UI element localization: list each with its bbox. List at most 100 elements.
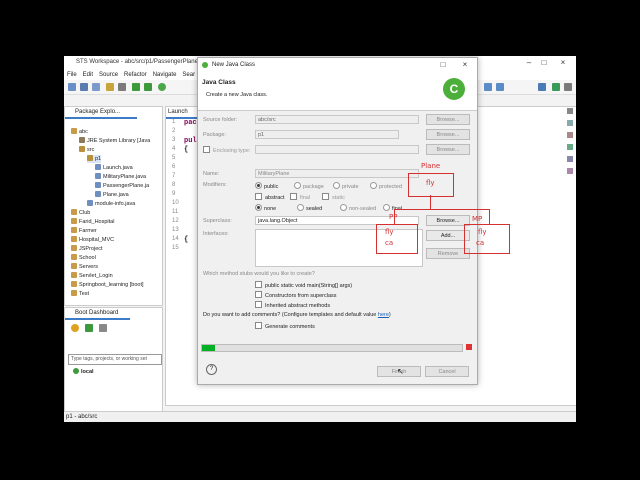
tree-item-p1[interactable]: p1 xyxy=(87,155,102,163)
superclass-label: Superclass: xyxy=(203,218,232,224)
close-button[interactable]: × xyxy=(558,58,568,68)
menu-edit[interactable]: Edit xyxy=(80,70,96,80)
code-line[interactable]: { xyxy=(184,146,188,154)
stub-abstract-methods-checkbox[interactable]: Inherited abstract methods xyxy=(255,301,330,309)
dialog-close-button[interactable]: × xyxy=(460,60,470,70)
modifier-final-checkbox[interactable]: final xyxy=(290,193,310,201)
code-line[interactable]: pul xyxy=(184,137,197,145)
modifier-protected-radio[interactable]: protected xyxy=(370,182,402,190)
progress-icon[interactable] xyxy=(567,168,573,174)
spring-icon[interactable] xyxy=(158,83,166,91)
editor-tab-launch[interactable]: Launch xyxy=(166,107,198,119)
perspective-debug-icon[interactable] xyxy=(564,83,572,91)
line-number: 12 xyxy=(172,218,179,224)
tree-item-passengerplane[interactable]: PassengerPlane.ja xyxy=(95,182,149,190)
console-icon[interactable] xyxy=(567,144,573,150)
code-line[interactable]: { xyxy=(184,236,188,244)
debug-icon[interactable] xyxy=(132,83,140,91)
tree-item-abc[interactable]: abc xyxy=(71,128,88,136)
help-icon[interactable]: ? xyxy=(206,364,217,375)
menu-file[interactable]: File xyxy=(64,70,80,80)
start-icon[interactable] xyxy=(85,324,93,332)
tree-item-servers[interactable]: Servers xyxy=(71,263,98,271)
java-file-icon xyxy=(95,173,101,179)
problems-icon[interactable] xyxy=(567,132,573,138)
project-icon xyxy=(71,209,77,215)
modifier-package-radio[interactable]: package xyxy=(294,182,324,190)
package-field[interactable]: p1 xyxy=(255,130,399,139)
modifier-static-checkbox[interactable]: static xyxy=(322,193,345,201)
stop-icon[interactable] xyxy=(466,344,472,350)
maximize-button[interactable]: □ xyxy=(539,58,549,68)
open-folder-icon[interactable] xyxy=(106,83,114,91)
save-icon[interactable] xyxy=(80,83,88,91)
tree-item-module-info[interactable]: module-info.java xyxy=(87,200,135,208)
tree-item-militaryplane[interactable]: MilitaryPlane.java xyxy=(95,173,146,181)
boot-dashboard-tab[interactable]: Boot Dashboard xyxy=(65,308,130,320)
outline-icon[interactable] xyxy=(567,108,573,114)
search-icon[interactable] xyxy=(567,156,573,162)
dialog-maximize-button[interactable]: □ xyxy=(438,60,448,70)
tree-item-hospital-mvc[interactable]: Hospital_MVC xyxy=(71,236,114,244)
minimize-button[interactable]: – xyxy=(524,58,534,68)
tree-item-club[interactable]: Club xyxy=(71,209,90,217)
lightbulb-icon[interactable] xyxy=(71,324,79,332)
tree-item-launch[interactable]: Launch.java xyxy=(95,164,133,172)
templates-link[interactable]: here xyxy=(378,312,389,318)
tree-item-jsproject[interactable]: JSProject xyxy=(71,245,103,253)
modifier-none-radio[interactable]: none xyxy=(255,204,276,212)
project-icon xyxy=(71,263,77,269)
modifier-public-radio[interactable]: public xyxy=(255,182,278,190)
tree-item-test[interactable]: Test xyxy=(71,290,89,298)
tree-item-plane[interactable]: Plane.java xyxy=(95,191,129,199)
tree-item-springboot-learning[interactable]: Springboot_learning [boot] xyxy=(71,281,144,289)
new-icon[interactable] xyxy=(68,83,76,91)
modifier-final-radio[interactable]: final xyxy=(383,204,402,212)
enclosing-type-checkbox[interactable]: Enclosing type: xyxy=(203,146,250,154)
comments-question: Do you want to add comments? (Configure … xyxy=(203,312,391,318)
tree-item-farmer[interactable]: Farmer xyxy=(71,227,97,235)
run-icon[interactable] xyxy=(144,83,152,91)
nav-back-icon[interactable] xyxy=(484,83,492,91)
modifier-private-radio[interactable]: private xyxy=(333,182,359,190)
browse-package-button[interactable]: Browse... xyxy=(426,129,470,140)
tree-item-school[interactable]: School xyxy=(71,254,96,262)
filter-icon[interactable] xyxy=(99,324,107,332)
perspective-spring-icon[interactable] xyxy=(552,83,560,91)
generate-comments-checkbox[interactable]: Generate comments xyxy=(255,322,315,330)
tree-item-servlet-login[interactable]: Servlet_Login xyxy=(71,272,113,280)
stub-main-checkbox[interactable]: public static void main(String[] args) xyxy=(255,281,352,289)
package-explorer-tab[interactable]: Package Explo... xyxy=(65,107,137,119)
dialog-title-bar: New Java Class □ × xyxy=(198,58,477,72)
tree-item-jre[interactable]: JRE System Library [Java xyxy=(79,137,150,145)
menu-search[interactable]: Sear xyxy=(179,70,198,80)
menu-source[interactable]: Source xyxy=(96,70,121,80)
window-title: STS Workspace - abc/src/p1/PassengerPlan… xyxy=(76,59,205,65)
code-line[interactable]: pac xyxy=(184,119,197,127)
line-number: 1 xyxy=(172,119,176,125)
tree-item-src[interactable]: src xyxy=(79,146,94,154)
perspective-java-icon[interactable] xyxy=(538,83,546,91)
build-icon[interactable] xyxy=(118,83,126,91)
task-list-icon[interactable] xyxy=(567,120,573,126)
boot-search-input[interactable]: Type tags, projects, or working set xyxy=(68,354,162,365)
stub-constructors-checkbox[interactable]: Constructors from superclass xyxy=(255,291,337,299)
tree-item-farid-hospital[interactable]: Farid_Hospital xyxy=(71,218,114,226)
nav-forward-icon[interactable] xyxy=(496,83,504,91)
browse-enclosing-button[interactable]: Browse... xyxy=(426,144,470,155)
menu-refactor[interactable]: Refactor xyxy=(121,70,150,80)
browse-source-button[interactable]: Browse... xyxy=(426,114,470,125)
cancel-button[interactable]: Cancel xyxy=(425,366,469,377)
modifier-non-sealed-radio[interactable]: non-sealed xyxy=(340,204,376,212)
menu-navigate[interactable]: Navigate xyxy=(150,70,180,80)
save-all-icon[interactable] xyxy=(92,83,100,91)
modifier-sealed-radio[interactable]: sealed xyxy=(297,204,322,212)
enclosing-type-field[interactable] xyxy=(255,145,419,154)
library-icon xyxy=(79,137,85,143)
boot-dashboard: Boot Dashboard Type tags, projects, or w… xyxy=(64,307,163,422)
name-field[interactable]: MilitaryPlane xyxy=(255,169,419,178)
source-folder-field[interactable]: abc/src xyxy=(255,115,419,124)
boot-item-local[interactable]: local xyxy=(73,368,94,376)
local-icon xyxy=(73,368,79,374)
modifier-abstract-checkbox[interactable]: abstract xyxy=(255,193,285,201)
